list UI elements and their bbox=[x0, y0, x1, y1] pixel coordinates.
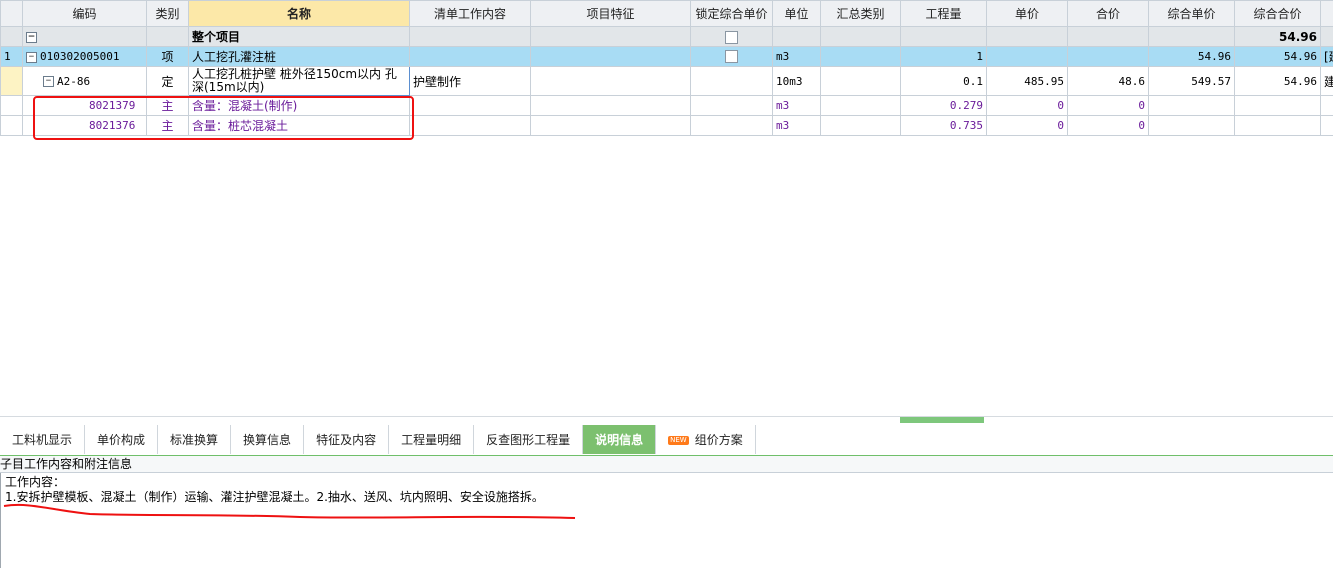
quota-unit: 10m3 bbox=[772, 66, 821, 96]
sub-price: 0 bbox=[986, 95, 1068, 116]
tab-features[interactable]: 特征及内容 bbox=[304, 425, 390, 454]
annotation-red-underline bbox=[3, 503, 576, 519]
item-code: 010302005001 bbox=[40, 50, 120, 63]
col-header-name[interactable]: 名称 bbox=[188, 0, 410, 27]
quota-extra: 建 bbox=[1320, 66, 1333, 96]
item-qty[interactable]: 1 bbox=[900, 46, 987, 67]
col-header-feature[interactable]: 项目特征 bbox=[530, 0, 691, 27]
col-header-unit-price[interactable]: 综合单价 bbox=[1148, 0, 1235, 27]
item-total: 54.96 bbox=[1234, 46, 1321, 67]
tab-reverse-lookup[interactable]: 反查图形工程量 bbox=[474, 425, 584, 454]
collapse-icon[interactable]: − bbox=[43, 76, 54, 87]
table-row-total[interactable]: − 整个项目 54.96 bbox=[0, 26, 1333, 47]
quota-sum: 48.6 bbox=[1067, 66, 1149, 96]
lock-checkbox[interactable] bbox=[725, 30, 738, 44]
total-name: 整个项目 bbox=[188, 26, 410, 47]
quota-work: 护壁制作 bbox=[409, 66, 531, 96]
col-header-lock[interactable]: 锁定综合单价 bbox=[690, 0, 773, 27]
col-header-category[interactable]: 汇总类别 bbox=[820, 0, 901, 27]
item-extra: [建 bbox=[1320, 46, 1333, 67]
new-badge: NEW bbox=[668, 436, 689, 445]
sub-unit: m3 bbox=[772, 95, 821, 116]
col-header-total[interactable]: 综合合价 bbox=[1234, 0, 1321, 27]
item-name[interactable]: 人工挖孔灌注桩 bbox=[188, 46, 410, 67]
tab-quantity-detail[interactable]: 工程量明细 bbox=[389, 425, 475, 454]
tab-description[interactable]: 说明信息 bbox=[583, 425, 657, 454]
tab-pricing-plan-label: 组价方案 bbox=[694, 433, 743, 447]
quota-total: 54.96 bbox=[1234, 66, 1321, 96]
collapse-icon[interactable]: − bbox=[26, 31, 37, 43]
quota-name[interactable]: 人工挖孔桩护壁 桩外径150cm以内 孔深(15m以内) bbox=[188, 66, 410, 96]
col-header-code[interactable]: 编码 bbox=[22, 0, 147, 27]
quota-qty[interactable]: 0.1 bbox=[900, 66, 987, 96]
col-header-blank bbox=[0, 0, 23, 27]
lock-checkbox[interactable] bbox=[725, 50, 738, 64]
table-row-item[interactable]: 1 −010302005001 项 人工挖孔灌注桩 m3 1 54.96 54.… bbox=[0, 46, 1333, 67]
splitter-handle[interactable] bbox=[900, 417, 984, 423]
row-seq: 1 bbox=[0, 46, 23, 67]
col-header-price[interactable]: 单价 bbox=[986, 0, 1068, 27]
tab-standard-conversion[interactable]: 标准换算 bbox=[158, 425, 232, 454]
table-row-quota[interactable]: − A2-86 定 人工挖孔桩护壁 桩外径150cm以内 孔深(15m以内) 护壁… bbox=[0, 66, 1333, 96]
col-header-unit[interactable]: 单位 bbox=[772, 0, 821, 27]
header-row: 编码 类别 名称 清单工作内容 项目特征 锁定综合单价 单位 汇总类别 工程量 … bbox=[0, 0, 1333, 27]
panel-title: 子目工作内容和附注信息 bbox=[0, 456, 1333, 473]
tab-pricing-plan[interactable]: NEW 组价方案 bbox=[656, 425, 756, 454]
item-type: 项 bbox=[146, 46, 189, 67]
item-unit: m3 bbox=[772, 46, 821, 67]
quota-price: 485.95 bbox=[986, 66, 1068, 96]
bottom-tab-bar: 工料机显示 单价构成 标准换算 换算信息 特征及内容 工程量明细 反查图形工程量… bbox=[0, 425, 1333, 456]
tab-labor-material[interactable]: 工料机显示 bbox=[0, 425, 86, 454]
sub-qty[interactable]: 0.735 bbox=[900, 115, 987, 136]
quota-unit-price: 549.57 bbox=[1148, 66, 1235, 96]
tab-unit-price[interactable]: 单价构成 bbox=[85, 425, 159, 454]
sub-price: 0 bbox=[986, 115, 1068, 136]
sub-sum: 0 bbox=[1067, 95, 1149, 116]
sub-sum: 0 bbox=[1067, 115, 1149, 136]
collapse-icon[interactable]: − bbox=[26, 51, 37, 63]
col-header-type[interactable]: 类别 bbox=[146, 0, 189, 27]
quota-code: A2-86 bbox=[57, 74, 91, 88]
tab-conversion-info[interactable]: 换算信息 bbox=[231, 425, 305, 454]
sub-unit: m3 bbox=[772, 115, 821, 136]
item-unit-price: 54.96 bbox=[1148, 46, 1235, 67]
sub-qty[interactable]: 0.279 bbox=[900, 95, 987, 116]
panel-label: 工作内容： bbox=[5, 475, 66, 489]
quota-type: 定 bbox=[146, 66, 189, 96]
annotation-red-box bbox=[33, 96, 414, 140]
col-header-qty[interactable]: 工程量 bbox=[900, 0, 987, 27]
splitter[interactable] bbox=[0, 416, 1333, 425]
col-header-sum[interactable]: 合价 bbox=[1067, 0, 1149, 27]
total-value: 54.96 bbox=[1234, 26, 1321, 47]
col-header-work[interactable]: 清单工作内容 bbox=[409, 0, 531, 27]
col-header-extra bbox=[1320, 0, 1333, 27]
